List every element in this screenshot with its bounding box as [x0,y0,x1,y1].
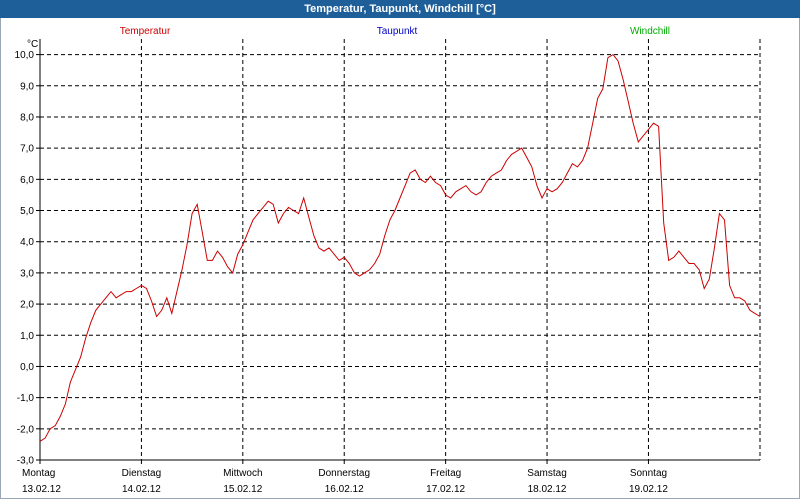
x-tick-weekday: Montag [22,468,55,479]
x-tick-date: 17.02.12 [426,484,465,495]
y-tick-label: 10,0 [15,50,35,61]
y-tick-label: 7,0 [20,144,34,155]
x-tick-date: 13.02.12 [22,484,61,495]
y-tick-label: 0,0 [20,362,34,373]
plot-area [40,39,760,460]
x-tick-weekday: Freitag [430,468,461,479]
x-tick-date: 15.02.12 [223,484,262,495]
x-tick-weekday: Sonntag [630,468,667,479]
y-tick-label: 2,0 [20,300,34,311]
x-tick-weekday: Donnerstag [318,468,370,479]
y-tick-label: -3,0 [17,456,35,467]
y-tick-label: 8,0 [20,112,34,123]
y-tick-label: 5,0 [20,206,34,217]
legend-entry-temperatur: Temperatur [120,26,171,37]
y-unit-label: °C [27,39,38,50]
x-tick-date: 19.02.12 [629,484,668,495]
y-tick-label: 1,0 [20,331,34,342]
y-tick-label: 3,0 [20,268,34,279]
x-tick-weekday: Samstag [527,468,566,479]
y-tick-label: 6,0 [20,175,34,186]
x-tick-date: 14.02.12 [122,484,161,495]
legend-entry-windchill: Windchill [630,26,670,37]
temperature-chart: 10,0 9,0 8,0 7,0 6,0 5,0 4,0 3,0 2,0 1,0 0,0 -1,0 -2… [15,26,761,495]
x-tick-date: 18.02.12 [528,484,567,495]
y-tick-label: -2,0 [17,424,35,435]
x-tick-date: 16.02.12 [325,484,364,495]
y-tick-label: 9,0 [20,81,34,92]
legend-entry-taupunkt: Taupunkt [377,26,418,37]
y-tick-label: 4,0 [20,237,34,248]
x-tick-weekday: Mittwoch [223,468,262,479]
y-tick-label: -1,0 [17,393,35,404]
x-tick-weekday: Dienstag [122,468,161,479]
